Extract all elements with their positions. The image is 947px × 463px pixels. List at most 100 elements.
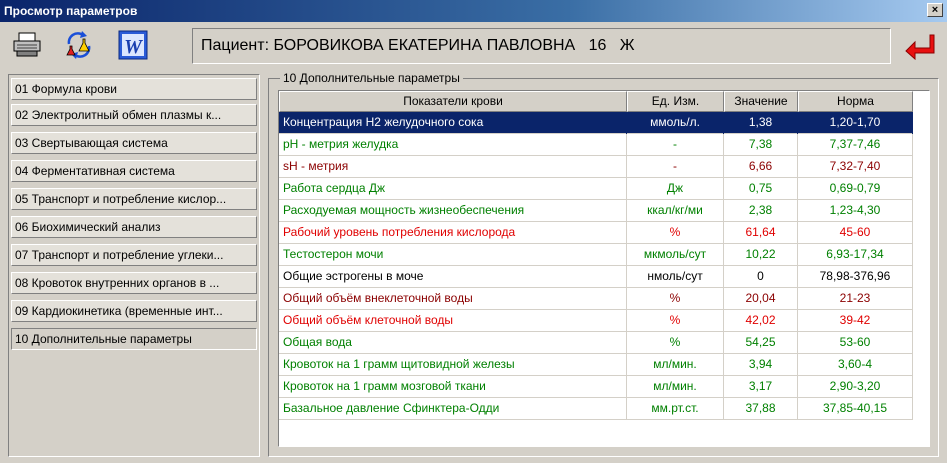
cell-unit: %	[627, 332, 724, 354]
sidebar-item-01[interactable]: 01 Формула крови	[11, 78, 257, 100]
cell-unit: ккал/кг/ми	[627, 200, 724, 222]
cell-value: 3,17	[724, 376, 798, 398]
cell-unit: мл/мин.	[627, 376, 724, 398]
window-title: Просмотр параметров	[4, 4, 138, 18]
cell-norm: 45-60	[798, 222, 913, 244]
table-row[interactable]: pH - метрия желудка -7,38 7,37-7,46	[279, 134, 913, 156]
parameters-table[interactable]: Показатели крови Ед. Изм. Значение Норма…	[278, 90, 930, 447]
table-row[interactable]: Концентрация Н2 желудочного сока ммоль/л.…	[279, 112, 913, 134]
table-row[interactable]: sH - метрия -6,66 7,32-7,40	[279, 156, 913, 178]
cell-norm: 21-23	[798, 288, 913, 310]
word-icon: W	[118, 30, 148, 63]
table-row[interactable]: Общий объём внеклеточной воды% 20,04 21-23	[279, 288, 913, 310]
cell-norm: 53-60	[798, 332, 913, 354]
cell-value: 10,22	[724, 244, 798, 266]
column-header-norm[interactable]: Норма	[798, 91, 913, 112]
cell-parameter-name: pH - метрия желудка	[279, 134, 627, 156]
cell-value: 20,04	[724, 288, 798, 310]
refresh-flask-icon	[63, 30, 95, 63]
column-header-value[interactable]: Значение	[724, 91, 798, 112]
cell-parameter-name: Кровоток на 1 грамм щитовидной железы	[279, 354, 627, 376]
table-row[interactable]: Тестостерон мочи мкмоль/сут 10,22 6,93-17,3…	[279, 244, 913, 266]
cell-unit: ммоль/л.	[627, 112, 724, 134]
cell-parameter-name: Общий объём клеточной воды	[279, 310, 627, 332]
cell-unit: мл/мин.	[627, 354, 724, 376]
sidebar-item-03[interactable]: 03 Свертывающая система	[11, 132, 257, 154]
cell-unit: -	[627, 156, 724, 178]
cell-norm: 6,93-17,34	[798, 244, 913, 266]
toolbar: W Пациент: БОРОВИКОВА ЕКАТЕРИНА ПАВЛОВНА…	[0, 22, 947, 70]
cell-norm: 1,20-1,70	[798, 112, 913, 134]
word-icon-letter: W	[124, 36, 143, 58]
cell-value: 0	[724, 266, 798, 288]
table-row[interactable]: Работа сердца Дж Дж 0,75 0,69-0,79	[279, 178, 913, 200]
patient-sex: Ж	[619, 37, 635, 54]
table-row[interactable]: Базальное давление Сфинктера-Одди мм.рт.с…	[279, 398, 913, 420]
back-button[interactable]	[900, 30, 938, 64]
sidebar-item-10[interactable]: 10 Дополнительные параметры	[11, 328, 257, 350]
cell-parameter-name: Концентрация Н2 желудочного сока	[279, 112, 627, 134]
cell-norm: 0,69-0,79	[798, 178, 913, 200]
cell-parameter-name: Общие эстрогены в моче	[279, 266, 627, 288]
table-row[interactable]: Кровоток на 1 грамм щитовидной железы мл/…	[279, 354, 913, 376]
table-row[interactable]: Расходуемая мощность жизнеобеспечения кка…	[279, 200, 913, 222]
cell-value: 61,64	[724, 222, 798, 244]
cell-norm: 3,60-4	[798, 354, 913, 376]
cell-value: 37,88	[724, 398, 798, 420]
column-header-name[interactable]: Показатели крови	[279, 91, 627, 112]
cell-parameter-name: Рабочий уровень потребления кислорода	[279, 222, 627, 244]
table-row[interactable]: Общий объём клеточной воды% 42,02 39-42	[279, 310, 913, 332]
cell-norm: 2,90-3,20	[798, 376, 913, 398]
cell-unit: %	[627, 288, 724, 310]
sidebar-item-08[interactable]: 08 Кровоток внутренних органов в ...	[11, 272, 257, 294]
close-button[interactable]: ×	[927, 3, 943, 17]
cell-unit: Дж	[627, 178, 724, 200]
sidebar-item-02[interactable]: 02 Электролитный обмен плазмы к...	[11, 104, 257, 126]
sections-list: 01 Формула крови 02 Электролитный обмен …	[8, 74, 260, 457]
cell-norm: 7,32-7,40	[798, 156, 913, 178]
cell-unit: %	[627, 222, 724, 244]
cell-value: 3,94	[724, 354, 798, 376]
table-row[interactable]: Кровоток на 1 грамм мозговой ткани мл/мин…	[279, 376, 913, 398]
sidebar-item-09[interactable]: 09 Кардиокинетика (временные инт...	[11, 300, 257, 322]
cell-value: 2,38	[724, 200, 798, 222]
window-titlebar: Просмотр параметров ×	[0, 0, 947, 22]
refresh-analysis-button[interactable]	[62, 29, 96, 63]
cell-parameter-name: Базальное давление Сфинктера-Одди	[279, 398, 627, 420]
cell-parameter-name: Общая вода	[279, 332, 627, 354]
cell-unit: нмоль/сут	[627, 266, 724, 288]
sidebar-item-07[interactable]: 07 Транспорт и потребление углеки...	[11, 244, 257, 266]
cell-parameter-name: sH - метрия	[279, 156, 627, 178]
cell-parameter-name: Работа сердца Дж	[279, 178, 627, 200]
patient-label: Пациент:	[201, 37, 270, 54]
cell-value: 42,02	[724, 310, 798, 332]
sidebar-item-06[interactable]: 06 Биохимический анализ	[11, 216, 257, 238]
cell-unit: мкмоль/сут	[627, 244, 724, 266]
cell-value: 1,38	[724, 112, 798, 134]
cell-value: 6,66	[724, 156, 798, 178]
cell-unit: %	[627, 310, 724, 332]
cell-parameter-name: Расходуемая мощность жизнеобеспечения	[279, 200, 627, 222]
cell-parameter-name: Кровоток на 1 грамм мозговой ткани	[279, 376, 627, 398]
group-title: 10 Дополнительные параметры	[280, 71, 463, 85]
patient-age: 16	[588, 37, 607, 54]
cell-unit: -	[627, 134, 724, 156]
cell-norm: 37,85-40,15	[798, 398, 913, 420]
patient-info-panel: Пациент: БОРОВИКОВА ЕКАТЕРИНА ПАВЛОВНА 1…	[192, 28, 891, 64]
cell-unit: мм.рт.ст.	[627, 398, 724, 420]
back-arrow-icon	[903, 32, 935, 63]
cell-value: 54,25	[724, 332, 798, 354]
table-row[interactable]: Рабочий уровень потребления кислорода% 61…	[279, 222, 913, 244]
printer-icon	[12, 32, 42, 61]
cell-parameter-name: Общий объём внеклеточной воды	[279, 288, 627, 310]
table-row[interactable]: Общие эстрогены в моче нмоль/сут 0 78,98-37…	[279, 266, 913, 288]
sidebar-item-05[interactable]: 05 Транспорт и потребление кислор...	[11, 188, 257, 210]
export-word-button[interactable]: W	[116, 29, 150, 63]
cell-value: 7,38	[724, 134, 798, 156]
column-header-unit[interactable]: Ед. Изм.	[627, 91, 724, 112]
patient-name: БОРОВИКОВА ЕКАТЕРИНА ПАВЛОВНА	[273, 37, 576, 54]
table-row[interactable]: Общая вода% 54,25 53-60	[279, 332, 913, 354]
printer-button[interactable]	[10, 29, 44, 63]
sidebar-item-04[interactable]: 04 Ферментативная система	[11, 160, 257, 182]
cell-norm: 39-42	[798, 310, 913, 332]
